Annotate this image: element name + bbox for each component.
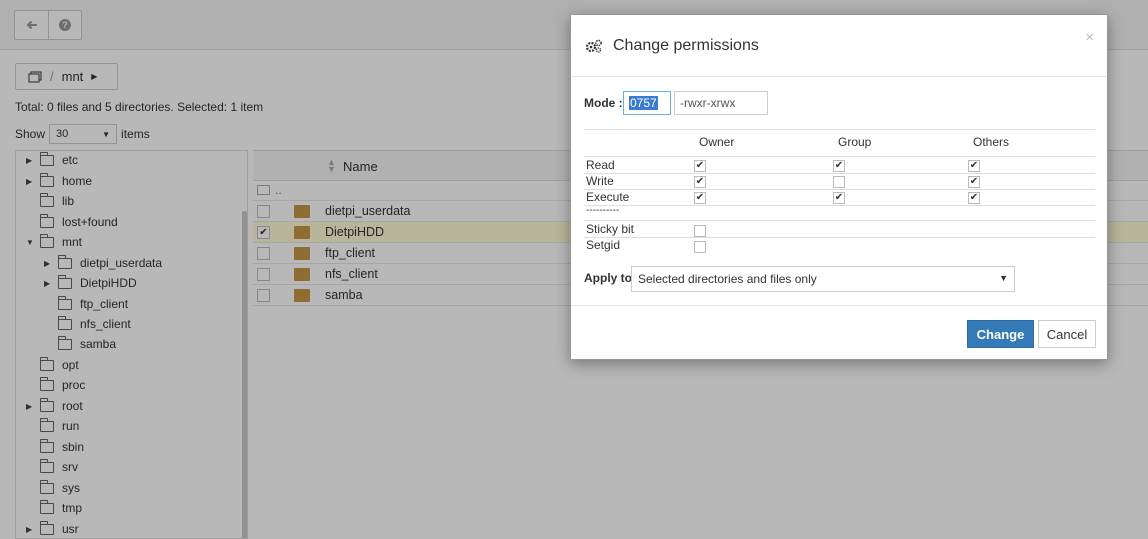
read-owner-checkbox[interactable]: ✔ bbox=[694, 160, 706, 172]
execute-owner-checkbox[interactable]: ✔ bbox=[694, 192, 706, 204]
others-column-header: Others bbox=[973, 135, 1010, 149]
special-divider-label: ---------- bbox=[586, 205, 620, 216]
divider bbox=[584, 237, 1095, 238]
close-icon[interactable]: × bbox=[1085, 29, 1094, 46]
read-label: Read bbox=[586, 158, 615, 172]
write-group-checkbox[interactable] bbox=[833, 176, 845, 188]
divider bbox=[584, 173, 1095, 174]
change-permissions-dialog: Change permissions × Mode : 0757 -rwxr-x… bbox=[570, 14, 1108, 360]
mode-octal-input[interactable]: 0757 bbox=[623, 91, 671, 115]
read-group-checkbox[interactable]: ✔ bbox=[833, 160, 845, 172]
cancel-button[interactable]: Cancel bbox=[1038, 320, 1096, 348]
execute-group-checkbox[interactable]: ✔ bbox=[833, 192, 845, 204]
apply-to-value: Selected directories and files only bbox=[638, 272, 817, 286]
dialog-footer: Change Cancel bbox=[571, 305, 1107, 359]
chevron-down-icon: ▼ bbox=[999, 273, 1008, 283]
apply-to-select[interactable]: Selected directories and files only ▼ bbox=[631, 266, 1015, 292]
dialog-title: Change permissions bbox=[613, 37, 759, 54]
divider bbox=[584, 205, 1095, 206]
gears-icon bbox=[585, 39, 602, 53]
execute-others-checkbox[interactable]: ✔ bbox=[968, 192, 980, 204]
read-others-checkbox[interactable]: ✔ bbox=[968, 160, 980, 172]
mode-octal-value: 0757 bbox=[629, 96, 658, 110]
change-button[interactable]: Change bbox=[967, 320, 1034, 348]
sticky-bit-label: Sticky bit bbox=[586, 222, 635, 236]
setgid-label: Setgid bbox=[586, 238, 621, 252]
divider bbox=[584, 189, 1095, 190]
divider bbox=[584, 156, 1095, 157]
mode-symbolic-field: -rwxr-xrwx bbox=[674, 91, 768, 115]
write-others-checkbox[interactable]: ✔ bbox=[968, 176, 980, 188]
write-owner-checkbox[interactable]: ✔ bbox=[694, 176, 706, 188]
write-label: Write bbox=[586, 174, 614, 188]
execute-label: Execute bbox=[586, 190, 630, 204]
group-column-header: Group bbox=[838, 135, 872, 149]
setgid-checkbox[interactable] bbox=[694, 241, 706, 253]
mode-label: Mode : bbox=[584, 96, 623, 110]
divider bbox=[584, 129, 1095, 130]
divider bbox=[584, 220, 1095, 221]
sticky-bit-checkbox[interactable] bbox=[694, 225, 706, 237]
apply-to-label: Apply to bbox=[584, 271, 632, 285]
owner-column-header: Owner bbox=[699, 135, 735, 149]
dialog-header: Change permissions × bbox=[571, 15, 1107, 77]
